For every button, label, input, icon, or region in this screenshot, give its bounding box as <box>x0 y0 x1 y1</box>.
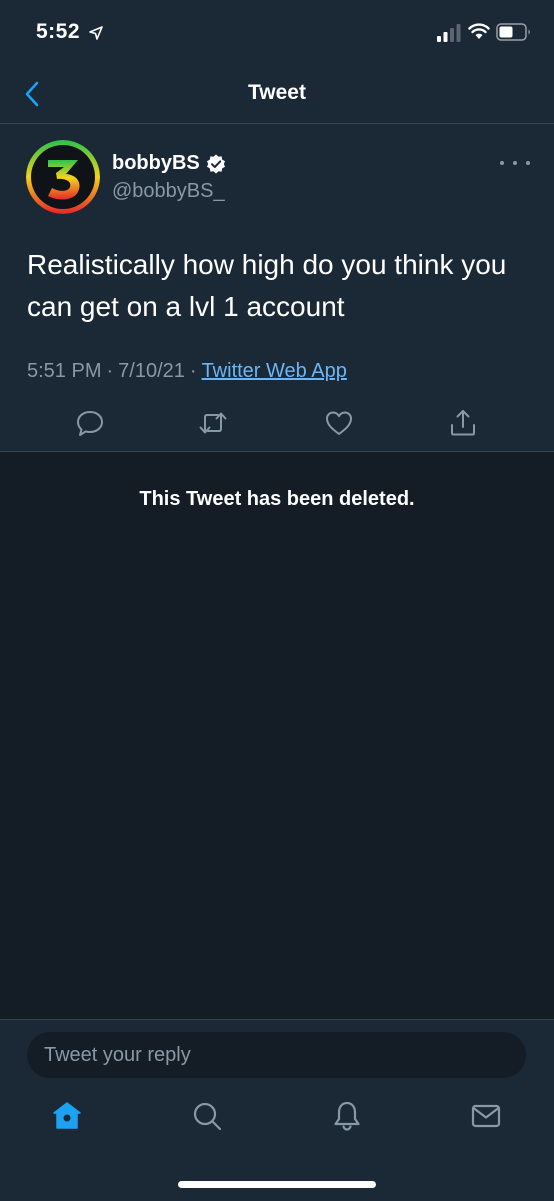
tweet-actions <box>0 408 554 442</box>
tweet-date: 7/10/21 <box>118 360 185 382</box>
reply-icon[interactable] <box>75 408 105 438</box>
source-link[interactable]: Twitter Web App <box>202 360 347 383</box>
meta-separator: · <box>106 360 114 382</box>
share-icon[interactable] <box>448 408 478 438</box>
tweet-time: 5:51 PM <box>27 360 102 382</box>
location-arrow-icon <box>89 26 103 40</box>
more-options-icon[interactable] <box>500 154 530 172</box>
author-name-row[interactable]: bobbyBS <box>112 152 226 175</box>
tab-home[interactable] <box>51 1100 83 1132</box>
tab-search[interactable] <box>191 1100 223 1132</box>
retweet-icon[interactable] <box>198 408 228 438</box>
search-icon <box>193 1102 222 1131</box>
home-icon <box>53 1102 81 1129</box>
tweet-metadata: 5:51 PM · 7/10/21 · Twitter Web App <box>27 360 347 383</box>
status-bar: 5:52 <box>0 0 554 66</box>
deleted-tweet-notice: This Tweet has been deleted. <box>139 488 415 510</box>
avatar-logo <box>26 140 100 214</box>
status-time: 5:52 <box>36 20 81 43</box>
home-indicator[interactable] <box>178 1181 376 1188</box>
reply-compose-bar <box>0 1019 554 1201</box>
mail-envelope-icon <box>471 1104 501 1128</box>
tab-notifications[interactable] <box>331 1100 363 1132</box>
reply-input[interactable] <box>27 1032 526 1078</box>
meta-separator-2: · <box>189 360 197 382</box>
username-handle[interactable]: @bobbyBS_ <box>112 180 225 203</box>
verified-badge-icon <box>206 154 225 173</box>
tweet-text: Realistically how high do you think you … <box>27 249 507 322</box>
battery-icon <box>496 23 530 41</box>
display-name[interactable]: bobbyBS <box>112 152 200 175</box>
avatar[interactable] <box>26 140 100 214</box>
tab-bar <box>0 1100 554 1144</box>
page-title: Tweet <box>248 81 306 104</box>
cellular-signal-icon <box>437 24 461 42</box>
tweet-card: bobbyBS @bobbyBS_ Realistically how high… <box>0 124 554 452</box>
tab-messages[interactable] <box>470 1100 502 1132</box>
wifi-icon <box>468 23 490 39</box>
navigation-bar: Tweet <box>0 66 554 124</box>
like-heart-icon[interactable] <box>324 408 354 438</box>
notification-bell-icon <box>334 1101 360 1131</box>
